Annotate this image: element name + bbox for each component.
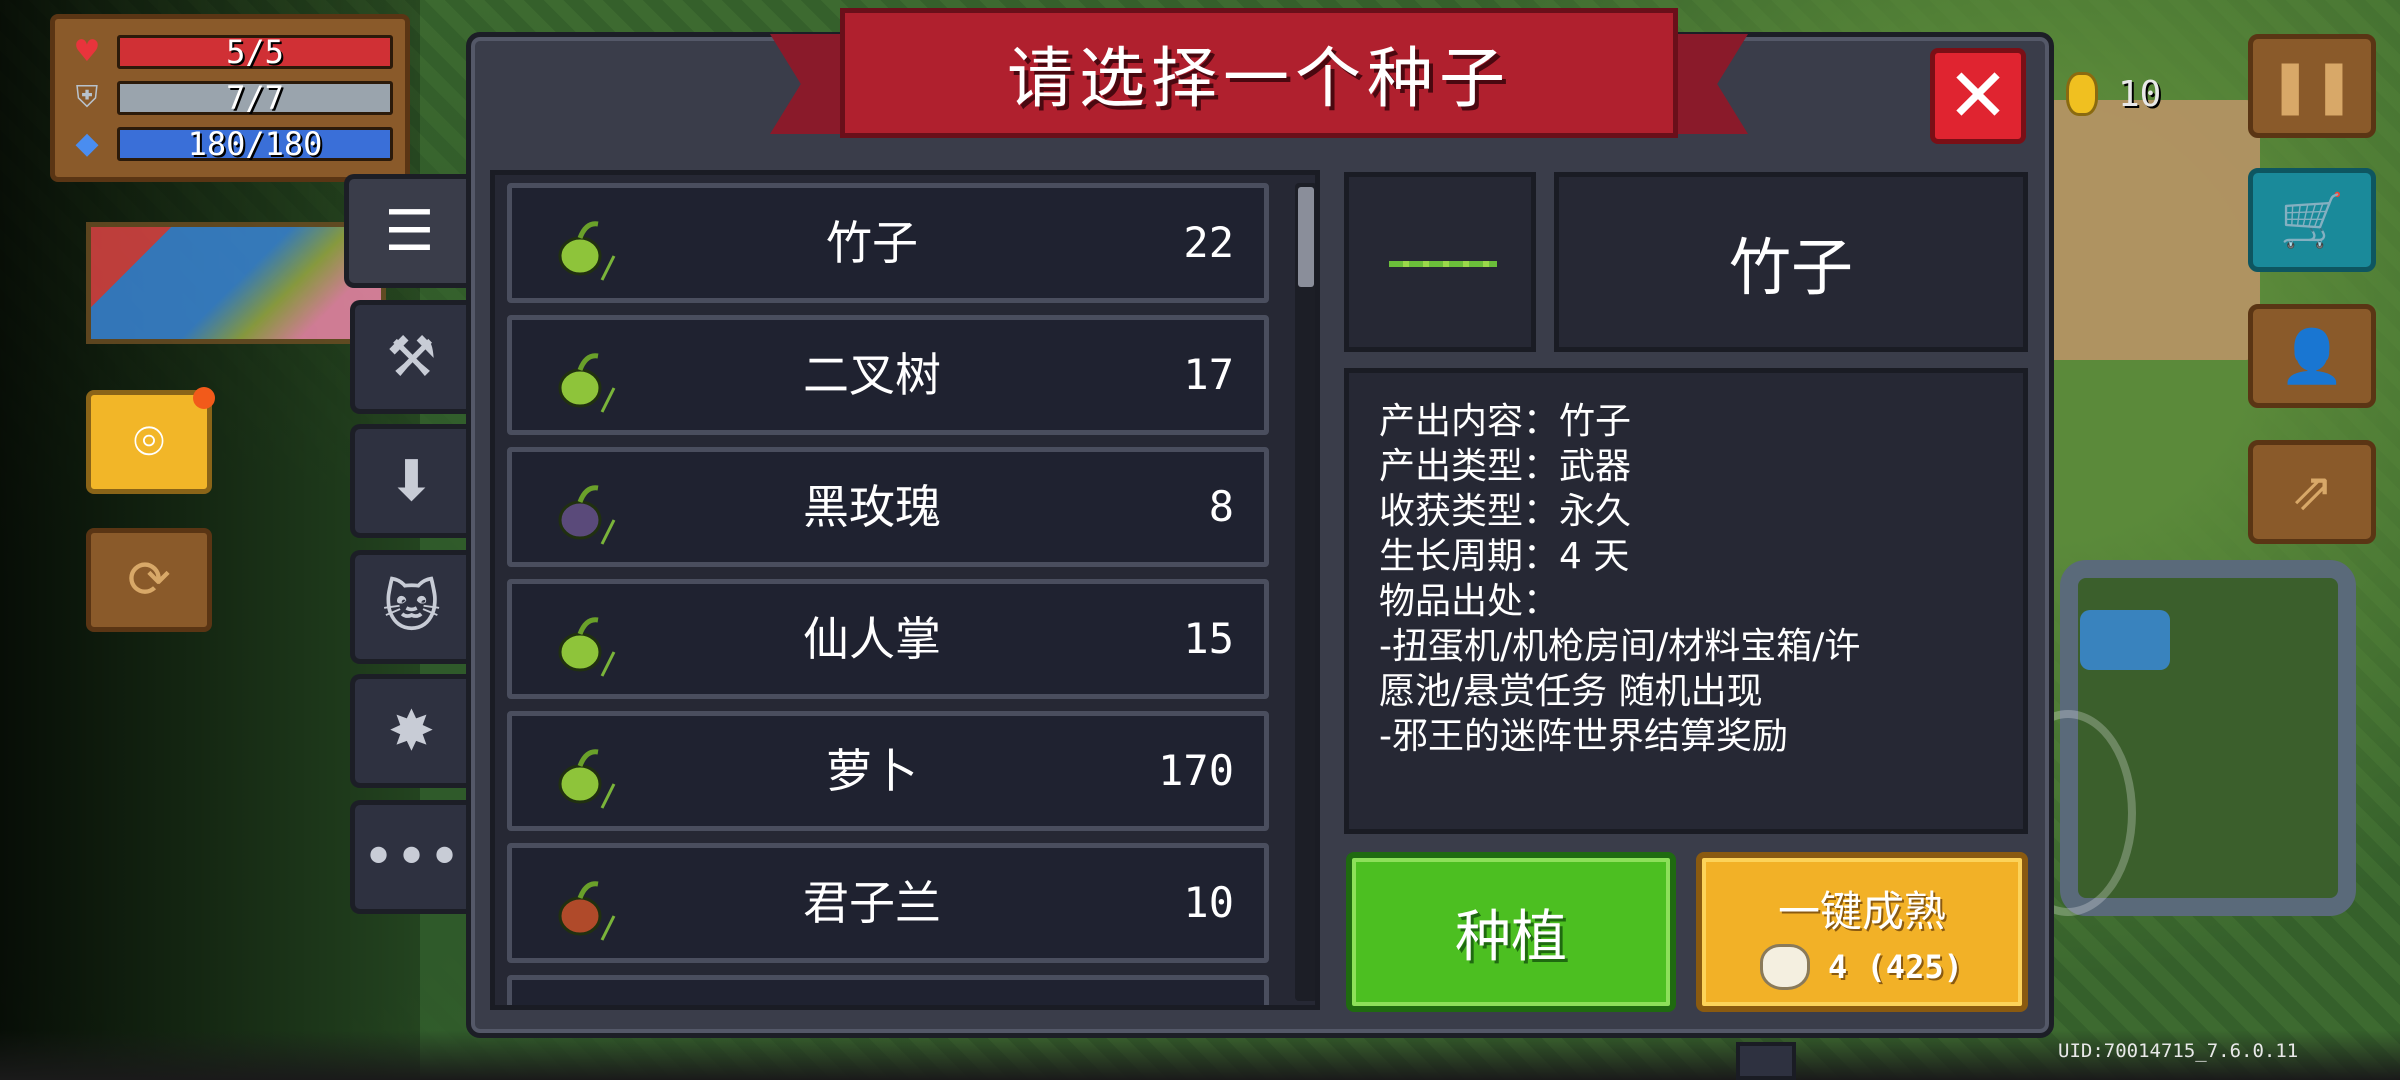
refresh-icon: ⟳ — [127, 550, 171, 610]
selected-seed-name: 竹子 — [1554, 172, 2028, 352]
cactus-seed-icon — [552, 610, 622, 680]
seed-info-line: -邪王的迷阵世界结算奖励 — [1379, 716, 1788, 757]
seed-row[interactable]: 二叉树 17 — [507, 315, 1269, 435]
seed-row-partial[interactable] — [507, 975, 1269, 1005]
seed-info-line: -扭蛋机/机枪房间/材料宝箱/许 — [1379, 626, 1861, 667]
bottom-handle — [1736, 1042, 1796, 1080]
dirt-path — [2040, 100, 2260, 360]
seed-row[interactable]: 萝卜 170 — [507, 711, 1269, 831]
pause-button[interactable]: ❚❚ — [2248, 34, 2376, 138]
seed-list[interactable]: 竹子 22 二叉树 17 黑玫瑰 8 仙人掌 15 萝卜 170 君子兰 10 — [490, 170, 1320, 1010]
seed-info-panel: 产出内容：竹子 产出类型：武器 收获类型：永久 生长周期：4 天物品出处： -扭蛋机/机… — [1344, 368, 2028, 834]
hp-row: ♥ 5/5 — [67, 29, 393, 75]
map-button[interactable]: ⌾ — [86, 387, 215, 494]
seed-info-line: 收获类型：永久 — [1379, 491, 1632, 532]
dialog-title: 请选择一个种子 — [840, 8, 1678, 138]
user-id-label: UID:70014715_7.6.0.11 — [2058, 1040, 2299, 1062]
category-tab-3[interactable]: ⬇ — [350, 424, 468, 538]
coin-count: 10 — [2118, 73, 2162, 115]
seed-count: 170 — [1158, 746, 1234, 795]
seed-name: 仙人掌 — [803, 612, 941, 666]
seed-info-line: 物品出处： — [1379, 581, 1560, 622]
share-button[interactable]: ⇗ — [2248, 440, 2376, 544]
watering-device — [2080, 610, 2170, 670]
seed-count: 15 — [1183, 614, 1234, 663]
fertilizer-bag-icon — [1760, 944, 1810, 990]
shop-button[interactable]: 🛒 — [2248, 168, 2376, 272]
profile-card-icon: 👤 — [2279, 326, 2345, 387]
seed-count: 17 — [1183, 350, 1234, 399]
cart-icon: 🛒 — [2279, 190, 2345, 251]
armor-row: ⛨ 7/7 — [67, 75, 393, 121]
seed-list-scrollbar[interactable] — [1295, 183, 1315, 1001]
pause-icon: ❚❚ — [2268, 56, 2356, 116]
hp-bar: 5/5 — [117, 35, 393, 69]
seed-name: 君子兰 — [803, 876, 941, 930]
seed-name: 萝卜 — [826, 744, 918, 798]
category-tab-2[interactable]: ⚒ — [350, 300, 468, 414]
more-icon: ••• — [361, 824, 462, 890]
category-tab-6[interactable]: ••• — [350, 800, 468, 914]
dialog-title-banner: 请选择一个种子 — [770, 8, 1748, 148]
seed-count: 8 — [1208, 482, 1234, 531]
character-portrait-strip[interactable] — [86, 222, 386, 344]
seed-count: 22 — [1183, 218, 1234, 267]
seed-info-line: 产出内容：竹子 — [1379, 401, 1632, 442]
carrot-seed-icon — [552, 742, 622, 812]
energy-gem-icon: ◆ — [75, 126, 99, 161]
close-icon: ✕ — [1946, 53, 2009, 139]
seed-row[interactable]: 仙人掌 15 — [507, 579, 1269, 699]
instant-ripen-cost: 4 (425) — [1760, 944, 1963, 990]
sync-button[interactable]: ⟳ — [86, 528, 212, 632]
coin-icon — [2066, 72, 2098, 116]
category-tab-1[interactable]: ☰ — [344, 174, 470, 288]
seed-row[interactable]: 君子兰 10 — [507, 843, 1269, 963]
seed-info-line: 愿池/悬赏任务 随机出现 — [1379, 671, 1763, 712]
ripen-cost-value: 4 (425) — [1828, 948, 1963, 986]
down-arrow-icon: ⬇ — [388, 448, 435, 514]
branch-tree-seed-icon — [552, 346, 622, 416]
coin-counter: 10 — [2066, 72, 2161, 116]
energy-row: ◆ 180/180 — [67, 121, 393, 167]
armor-bar: 7/7 — [117, 81, 393, 115]
plant-button[interactable]: 种植 — [1346, 852, 1676, 1012]
scrollbar-thumb[interactable] — [1298, 187, 1314, 287]
energy-bar: 180/180 — [117, 127, 393, 161]
notification-dot — [193, 387, 215, 409]
black-rose-seed-icon — [552, 478, 622, 548]
shield-icon: ⛨ — [75, 80, 99, 115]
location-pin-icon: ⌾ — [133, 411, 165, 472]
profile-button[interactable]: 👤 — [2248, 304, 2376, 408]
instant-ripen-label: 一键成熟 — [1777, 887, 1946, 936]
clivia-seed-icon — [552, 874, 622, 944]
seed-row[interactable]: 黑玫瑰 8 — [507, 447, 1269, 567]
seed-name: 黑玫瑰 — [803, 480, 941, 534]
seed-info-line: 产出类型：武器 — [1379, 446, 1632, 487]
seed-count: 10 — [1183, 878, 1234, 927]
seed-name: 二叉树 — [803, 348, 941, 402]
list-icon: ☰ — [384, 198, 435, 264]
category-tab-5[interactable]: ✸ — [350, 674, 468, 788]
category-tab-4[interactable]: 🐱 — [350, 550, 468, 664]
seed-name: 竹子 — [826, 216, 918, 270]
seed-row[interactable]: 竹子 22 — [507, 183, 1269, 303]
export-icon: ⇗ — [2290, 462, 2334, 522]
seed-preview — [1344, 172, 1536, 352]
bamboo-seed-icon — [552, 214, 622, 284]
bamboo-stick-icon — [1389, 261, 1497, 267]
cat-icon: 🐱 — [382, 574, 441, 640]
player-stats-panel: ♥ 5/5 ⛨ 7/7 ◆ 180/180 — [50, 14, 410, 182]
hammer-icon: ⚒ — [386, 324, 437, 390]
seed-info-line: 生长周期：4 天 — [1379, 536, 1630, 577]
close-button[interactable]: ✕ — [1930, 48, 2026, 144]
heart-icon: ♥ — [73, 34, 101, 69]
instant-ripen-button[interactable]: 一键成熟 4 (425) — [1696, 852, 2028, 1012]
burst-icon: ✸ — [388, 698, 435, 764]
